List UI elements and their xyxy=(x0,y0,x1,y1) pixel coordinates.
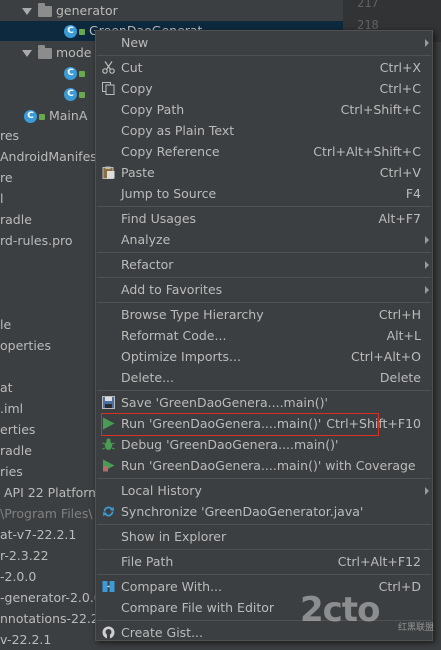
tree-item-library[interactable]: -2.0.0 xyxy=(0,567,36,587)
menu-separator xyxy=(97,620,431,621)
tree-item-library[interactable]: r-2.3.22 xyxy=(0,546,49,566)
class-icon: C xyxy=(64,88,77,101)
menu-item-delete[interactable]: Delete... Delete xyxy=(96,367,432,388)
menu-separator xyxy=(97,524,431,525)
menu-item-paste[interactable]: Paste Ctrl+V xyxy=(96,162,432,183)
menu-item-create-gist[interactable]: Create Gist... xyxy=(96,622,432,643)
submenu-arrow-icon xyxy=(425,487,429,495)
expand-arrow-icon[interactable] xyxy=(22,8,32,15)
folder-icon xyxy=(38,45,52,59)
debug-icon xyxy=(102,438,115,450)
watermark-subtitle: 红黑联盟 xyxy=(398,623,435,633)
submenu-arrow-icon xyxy=(425,236,429,244)
tree-item[interactable]: le xyxy=(0,315,11,335)
lock-icon xyxy=(79,91,85,98)
tree-item[interactable]: re xyxy=(0,168,13,188)
tree-item-mainactivity[interactable]: C MainA xyxy=(24,106,87,126)
tree-item[interactable]: l xyxy=(0,189,3,209)
tree-item-generator[interactable]: generator xyxy=(22,1,118,21)
menu-item-copy[interactable]: Copy Ctrl+C xyxy=(96,78,432,99)
menu-item-file-path[interactable]: File Path Ctrl+Alt+F12 xyxy=(96,551,432,572)
watermark-logo: 2cto xyxy=(300,590,380,630)
menu-item-show-in-explorer[interactable]: Show in Explorer xyxy=(96,526,432,547)
tree-item-library[interactable]: v-22.2.1 xyxy=(0,630,51,650)
menu-separator xyxy=(97,252,431,253)
menu-separator xyxy=(97,277,431,278)
submenu-arrow-icon xyxy=(425,39,429,47)
menu-separator xyxy=(97,478,431,479)
github-icon xyxy=(102,626,115,639)
menu-item-copy-plain-text[interactable]: Copy as Plain Text xyxy=(96,120,432,141)
menu-separator xyxy=(97,206,431,207)
menu-item-browse-type-hierarchy[interactable]: Browse Type Hierarchy Ctrl+H xyxy=(96,304,432,325)
run-item-highlight-box xyxy=(101,413,379,436)
tree-item-sdk-path[interactable]: \Program Files\ xyxy=(0,504,93,524)
tree-item[interactable]: at xyxy=(0,378,13,398)
tree-item-class[interactable]: C xyxy=(64,84,85,104)
menu-item-new[interactable]: New xyxy=(96,32,432,53)
menu-separator xyxy=(97,390,431,391)
menu-item-debug[interactable]: Debug 'GreenDaoGenera....main()' xyxy=(96,434,432,455)
class-icon: C xyxy=(64,25,77,38)
menu-item-optimize-imports[interactable]: Optimize Imports... Ctrl+Alt+O xyxy=(96,346,432,367)
menu-item-run-with-coverage[interactable]: Run 'GreenDaoGenera....main()' with Cove… xyxy=(96,455,432,476)
menu-item-synchronize[interactable]: Synchronize 'GreenDaoGenerator.java' xyxy=(96,501,432,522)
menu-item-cut[interactable]: Cut Ctrl+X xyxy=(96,57,432,78)
tree-item[interactable]: res xyxy=(0,126,19,146)
tree-item[interactable]: erties xyxy=(0,420,35,440)
submenu-arrow-icon xyxy=(425,261,429,269)
lock-icon xyxy=(79,28,85,35)
menu-item-add-to-favorites[interactable]: Add to Favorites xyxy=(96,279,432,300)
sync-icon xyxy=(103,506,114,517)
menu-item-find-usages[interactable]: Find Usages Alt+F7 xyxy=(96,208,432,229)
menu-item-local-history[interactable]: Local History xyxy=(96,480,432,501)
copy-icon xyxy=(102,82,115,95)
menu-item-reformat-code[interactable]: Reformat Code... Alt+L xyxy=(96,325,432,346)
tree-item[interactable]: AndroidManifest xyxy=(0,147,102,167)
tree-item-class[interactable]: C xyxy=(64,63,85,83)
tree-item[interactable]: operties xyxy=(0,336,51,356)
class-icon: C xyxy=(24,110,37,123)
menu-item-copy-reference[interactable]: Copy Reference Ctrl+Alt+Shift+C xyxy=(96,141,432,162)
menu-separator xyxy=(97,574,431,575)
tree-item[interactable]: .iml xyxy=(0,399,23,419)
line-number: 217 xyxy=(357,0,379,10)
tree-item[interactable]: radle xyxy=(0,210,32,230)
compare-icon xyxy=(102,581,115,592)
context-menu: New Cut Ctrl+X Copy Ctrl+C Copy Path Ctrl+S… xyxy=(95,30,433,641)
menu-item-compare-with[interactable]: Compare With... Ctrl+D xyxy=(96,576,432,597)
menu-separator xyxy=(97,302,431,303)
menu-item-copy-path[interactable]: Copy Path Ctrl+Shift+C xyxy=(96,99,432,120)
lock-icon xyxy=(39,113,45,120)
expand-arrow-icon[interactable] xyxy=(22,50,32,57)
tree-item[interactable]: ries xyxy=(0,462,23,482)
submenu-arrow-icon xyxy=(425,286,429,294)
menu-item-compare-file-with-editor[interactable]: Compare File with Editor xyxy=(96,597,432,618)
menu-item-save-configuration[interactable]: Save 'GreenDaoGenera....main()' xyxy=(96,392,432,413)
lock-icon xyxy=(79,70,85,77)
scissors-icon xyxy=(102,61,115,74)
class-icon: C xyxy=(64,67,77,80)
menu-separator xyxy=(97,549,431,550)
menu-item-jump-to-source[interactable]: Jump to Source F4 xyxy=(96,183,432,204)
menu-item-refactor[interactable]: Refactor xyxy=(96,254,432,275)
tree-item-library[interactable]: -generator-2.0.0 xyxy=(0,588,102,608)
tree-item[interactable]: rd-rules.pro xyxy=(0,231,73,251)
paste-icon xyxy=(102,166,115,179)
menu-item-analyze[interactable]: Analyze xyxy=(96,229,432,250)
tree-item[interactable]: radle xyxy=(0,441,32,461)
menu-separator xyxy=(97,55,431,56)
tree-item-sdk[interactable]: API 22 Platform xyxy=(4,483,100,503)
folder-icon xyxy=(38,3,52,17)
tree-item-library[interactable]: at-v7-22.2.1 xyxy=(0,525,76,545)
save-icon xyxy=(102,396,115,409)
coverage-icon xyxy=(103,459,115,472)
tree-item-model[interactable]: mode xyxy=(22,43,91,63)
